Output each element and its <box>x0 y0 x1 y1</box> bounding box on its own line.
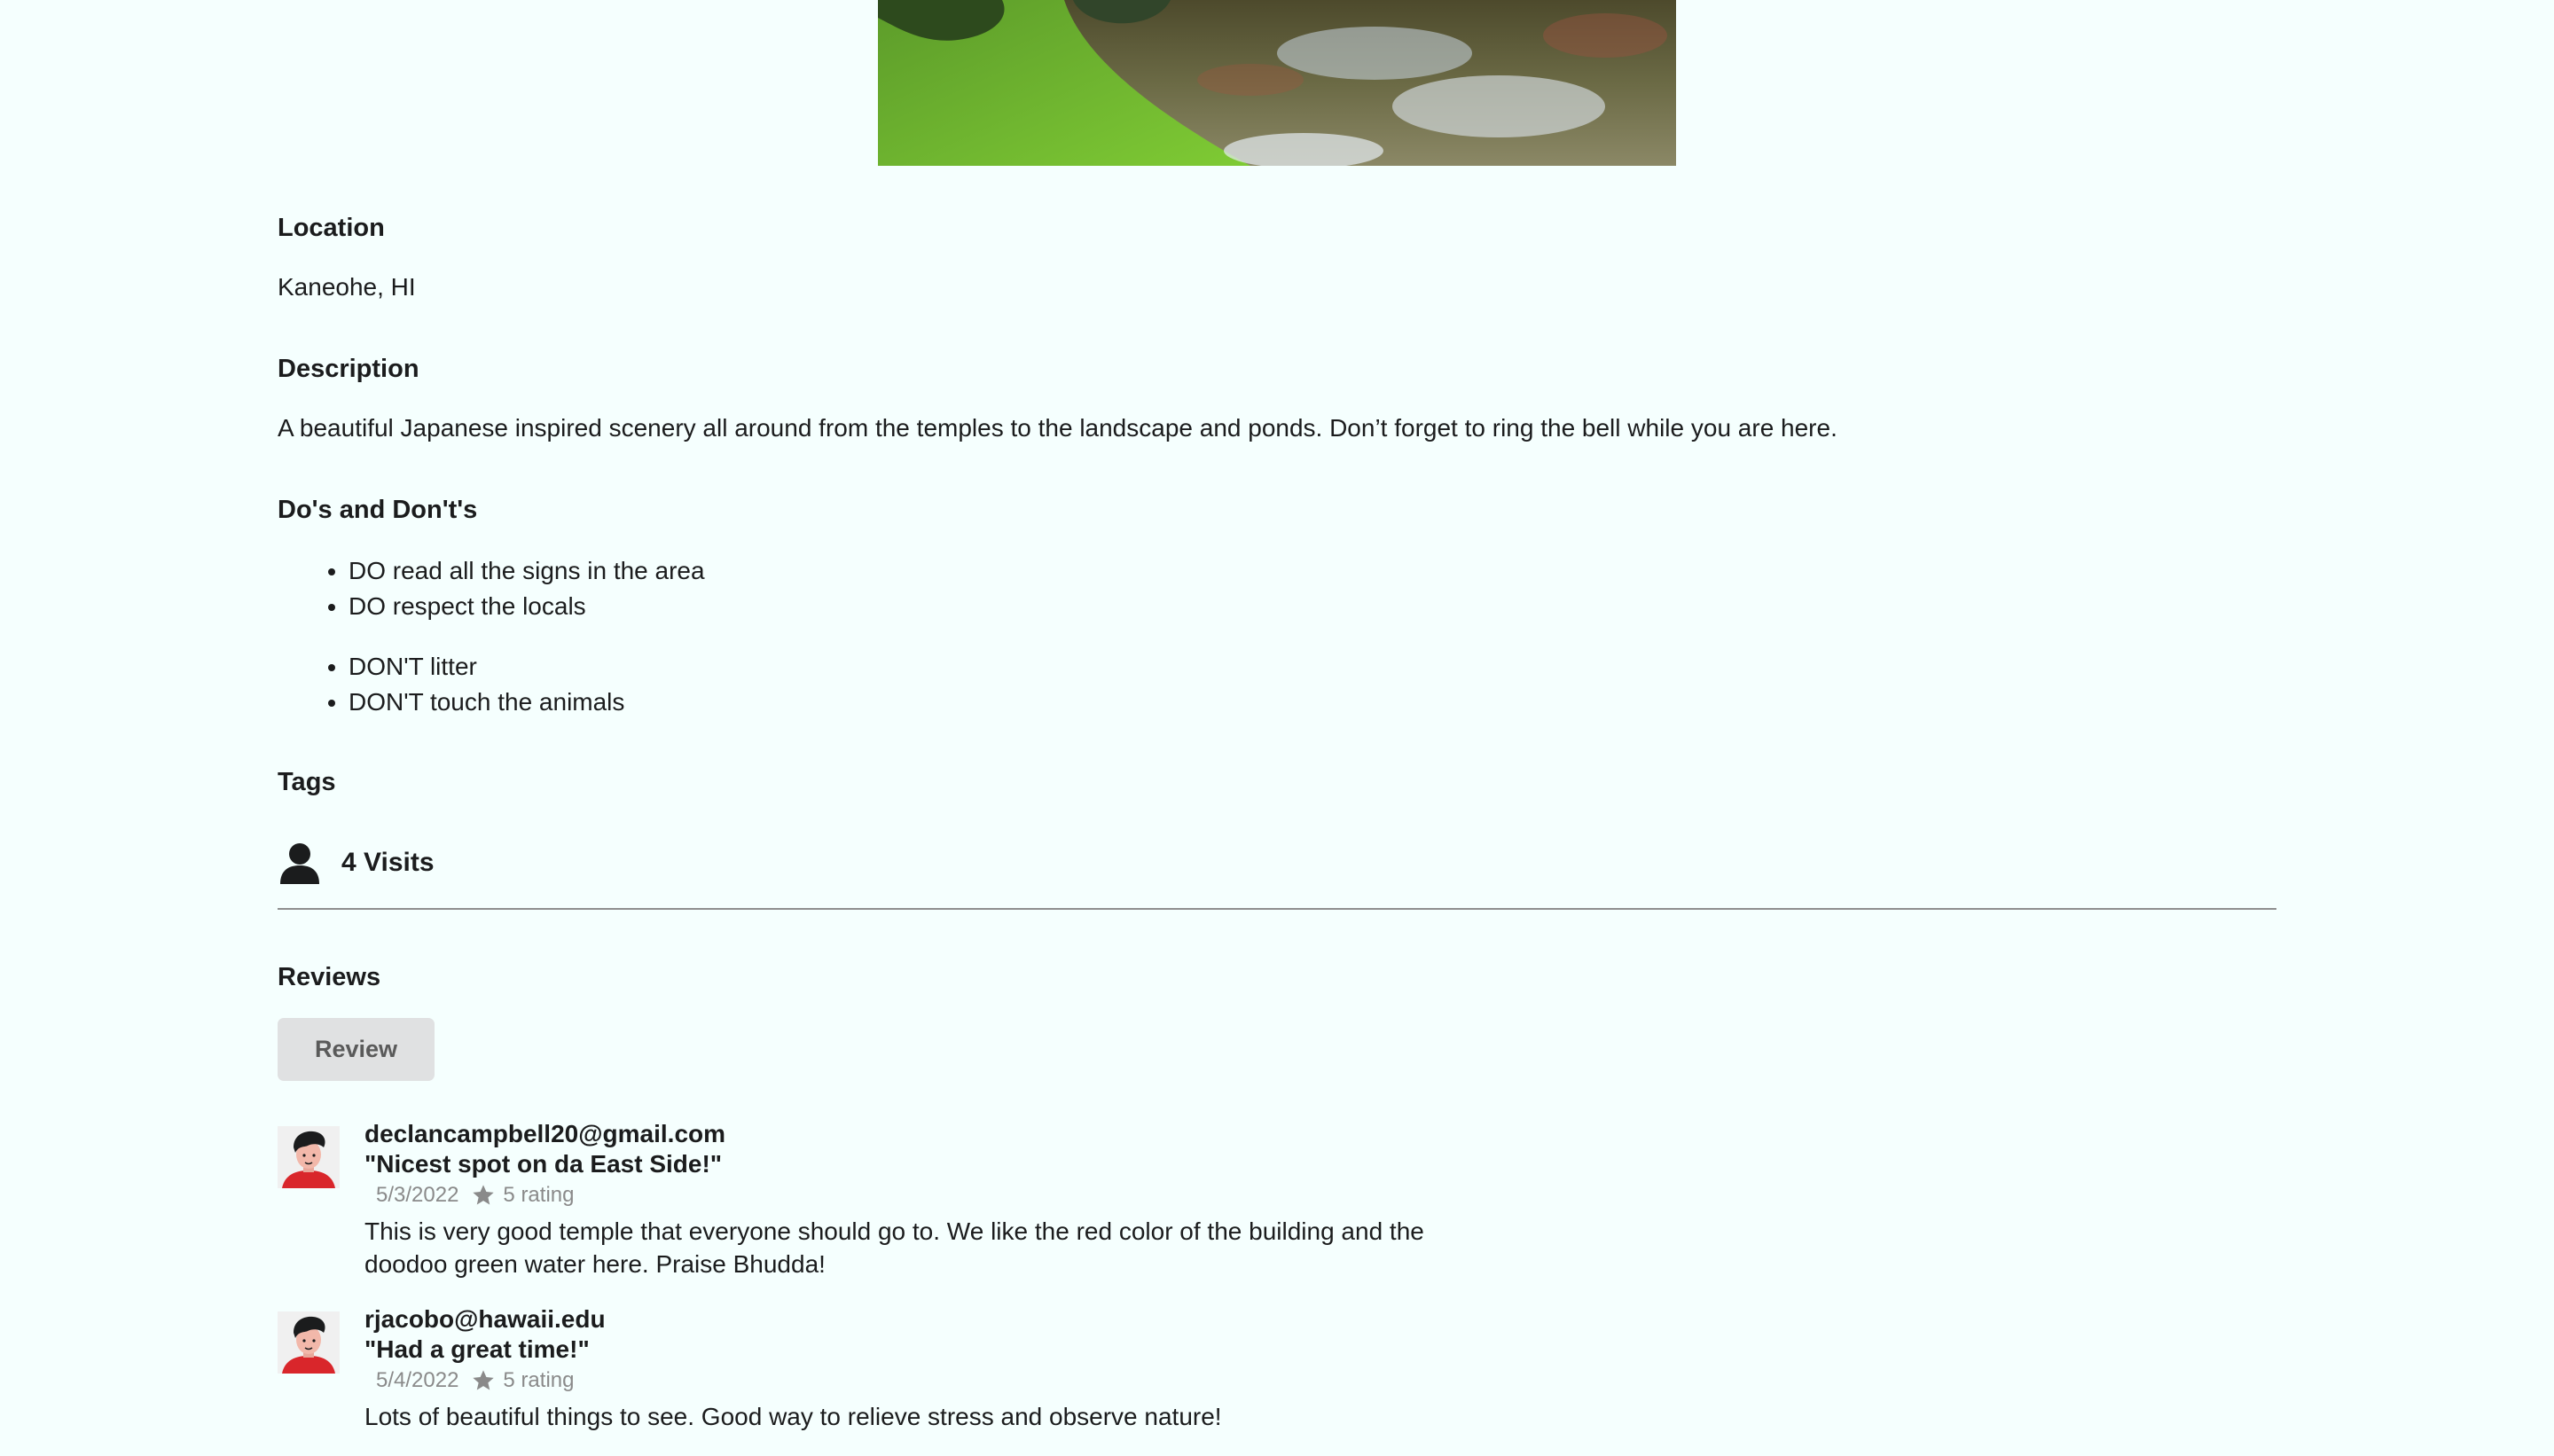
list-item: DON'T litter <box>349 649 624 685</box>
review-author: rjacobo@hawaii.edu <box>364 1305 606 1333</box>
star-icon <box>473 1185 495 1205</box>
review-date: 5/4/2022 <box>376 1368 459 1392</box>
review-rating: 5 rating <box>503 1368 575 1392</box>
description-text: A beautiful Japanese inspired scenery al… <box>278 414 1837 442</box>
location-value: Kaneohe, HI <box>278 273 416 301</box>
review-button[interactable]: Review <box>278 1018 435 1081</box>
user-icon <box>280 843 319 884</box>
review-summary: "Nicest spot on da East Side!" <box>364 1150 723 1178</box>
visits-count: 4 Visits <box>278 837 435 888</box>
description-heading: Description <box>278 355 419 383</box>
review-rating: 5 rating <box>503 1183 575 1207</box>
review-date: 5/3/2022 <box>376 1183 459 1207</box>
list-item: DO respect the locals <box>349 589 705 624</box>
review-author: declancampbell20@gmail.com <box>364 1120 726 1147</box>
location-photo <box>878 0 1676 166</box>
visits-label: 4 Visits <box>341 848 435 877</box>
donts-list: DON'T litter DON'T touch the animals <box>278 649 624 720</box>
review-text: This is very good temple that everyone s… <box>364 1217 1424 1278</box>
location-heading: Location <box>278 214 385 242</box>
reviews-heading: Reviews <box>278 963 381 991</box>
review-summary: "Had a great time!" <box>364 1335 590 1363</box>
review-meta: 5/4/2022 5 rating <box>364 1365 1517 1397</box>
tags-heading: Tags <box>278 768 336 796</box>
star-icon <box>473 1370 495 1390</box>
dos-donts-heading: Do's and Don't's <box>278 496 478 524</box>
list-item: DON'T touch the animals <box>349 685 624 720</box>
avatar <box>278 1311 340 1374</box>
review-text: Lots of beautiful things to see. Good wa… <box>364 1403 1222 1430</box>
dos-list: DO read all the signs in the area DO res… <box>278 553 705 624</box>
review-meta: 5/3/2022 5 rating <box>364 1179 1517 1211</box>
divider <box>278 908 2276 910</box>
avatar <box>278 1126 340 1188</box>
list-item: DO read all the signs in the area <box>349 553 705 589</box>
